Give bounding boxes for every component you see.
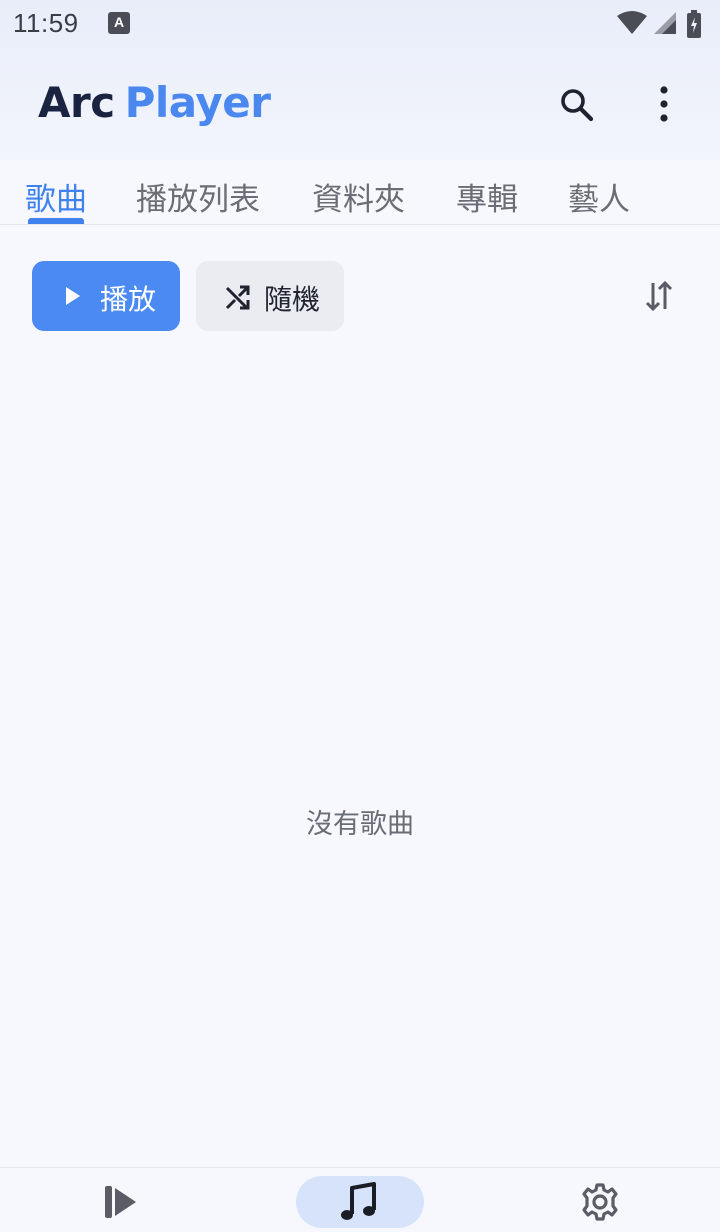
settings-icon [582,1183,618,1221]
shuffle-button[interactable]: 隨機 [196,261,344,331]
play-all-button[interactable]: 播放 [32,261,180,331]
now-playing-icon [105,1186,136,1218]
tab-bar: 歌曲 播放列表 資料夾 專輯 藝人 [0,160,720,224]
music-note-icon [341,1182,376,1220]
tab-playlists[interactable]: 播放列表 [136,174,260,219]
status-bar: 11:59 A [0,0,720,50]
sort-icon [645,280,673,312]
cellular-signal-icon [654,12,676,34]
app-title: Arc Player [38,78,271,127]
more-options-button[interactable] [640,80,688,128]
status-time: 11:59 [13,8,79,38]
tab-artists[interactable]: 藝人 [568,174,630,219]
wifi-icon [617,11,647,34]
tabs-divider [0,224,720,225]
notification-a-icon: A [108,12,130,34]
tab-folders[interactable]: 資料夾 [312,174,405,219]
nav-now-playing[interactable] [96,1176,144,1228]
app-title-arc: Arc [38,78,115,127]
bottom-navigation [0,1167,720,1232]
shuffle-icon [225,285,250,310]
play-all-label: 播放 [100,283,157,316]
empty-state-text: 沒有歌曲 [306,809,414,840]
nav-settings[interactable] [576,1176,624,1228]
more-vert-icon [660,86,668,122]
tab-albums[interactable]: 專輯 [456,174,518,219]
app-title-player: Player [124,78,271,127]
search-icon [561,89,594,122]
battery-icon [687,10,701,38]
shuffle-label: 隨機 [264,283,321,316]
nav-library[interactable] [296,1176,424,1228]
sort-button[interactable] [636,273,682,319]
play-icon [66,287,80,305]
search-button[interactable] [552,80,600,128]
tab-songs[interactable]: 歌曲 [25,174,87,219]
